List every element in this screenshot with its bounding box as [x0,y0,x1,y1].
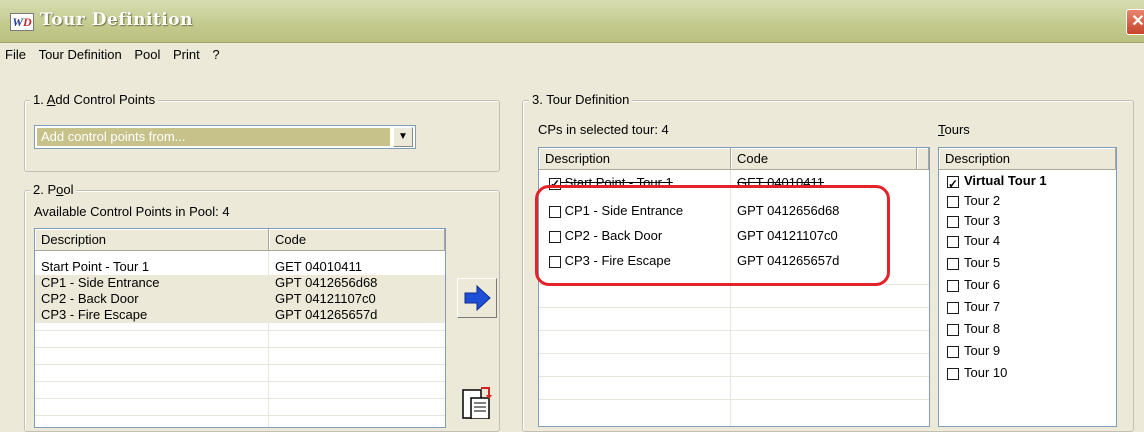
app-logo-icon: WD [10,13,34,31]
pool-grid-line [35,398,445,399]
app-logo-letter-left: W [12,15,23,29]
pool-row[interactable]: Start Point - Tour 1 GET 04010411 [35,259,445,275]
tour-grid-line [539,353,929,354]
tour-item-label: Tour 7 [964,299,1001,314]
dropdown-arrow-icon[interactable]: ▼ [393,127,413,147]
tour-item-label: Tour 5 [964,255,1001,270]
pool-col-description[interactable]: Description [35,229,269,251]
tour-item-checkbox[interactable] [947,367,959,380]
dropdown-value[interactable]: Add control points from... [37,128,390,146]
pool-row[interactable]: CP2 - Back Door GPT 04121107c0 [35,291,445,307]
tour-item-label: Tour 4 [964,233,1001,248]
pool-legend-prefix: 2. P [33,182,57,197]
pool-grid-line [35,330,445,331]
menu-file[interactable]: File [0,43,30,62]
pool-caption: Available Control Points in Pool: 4 [34,204,230,219]
pool-legend-suffix: ol [63,182,74,197]
tour-item-label: Tour 10 [964,365,1008,380]
tour-item[interactable]: Tour 3 [947,211,1000,231]
pool-grid-line [35,347,445,348]
tours-label-suffix: ours [944,122,970,137]
add-to-tour-button[interactable] [457,278,497,318]
title-bar[interactable]: WD Tour Definition ✕ [0,0,1144,43]
tour-cp-caption: CPs in selected tour: 4 [538,122,669,137]
pool-col-code[interactable]: Code [269,229,445,251]
pool-row-description: CP2 - Back Door [41,291,139,306]
pool-row-description: Start Point - Tour 1 [41,259,150,274]
tour-item[interactable]: Tour 6 [947,275,1000,295]
tour-item-label: Tour 3 [964,213,1001,228]
window-title: Tour Definition [40,10,193,30]
tour-grid-line [539,330,929,331]
tour-item[interactable]: Tour 5 [947,253,1000,273]
pool-row[interactable]: CP3 - Fire Escape GPT 041265657d [35,307,445,323]
tours-col-description[interactable]: Description [939,148,1116,170]
add-control-points-dropdown[interactable]: Add control points from... ▼ [34,125,416,149]
app-logo-letter-right: D [23,15,32,29]
menu-pool[interactable]: Pool [129,43,164,62]
pool-grid-line [35,415,445,416]
tour-item[interactable]: Virtual Tour 1 [947,171,1047,194]
tour-item[interactable]: Tour 4 [947,231,1000,251]
menu-tour-definition[interactable]: Tour Definition [34,43,126,62]
paste-icon[interactable] [457,384,497,420]
tour-definition-legend: 3. Tour Definition [529,92,633,107]
menu-print[interactable]: Print [168,43,204,62]
pool-list[interactable]: Description Code Start Point - Tour 1 GE… [34,228,446,428]
pool-row-description: CP3 - Fire Escape [41,307,148,322]
pool-row-description: CP1 - Side Entrance [41,275,160,290]
pool-grid-line [35,381,445,382]
tour-item-label: Virtual Tour 1 [964,173,1047,188]
pool-legend: 2. Pool [30,182,77,197]
pool-row-code: GPT 041265657d [275,307,378,322]
tour-grid-line [539,307,929,308]
tours-label: Tours [938,122,970,137]
tour-col-description[interactable]: Description [539,148,731,170]
pool-row-code: GET 04010411 [275,259,362,274]
pool-row-code: GPT 0412656d68 [275,275,378,290]
tour-item[interactable]: Tour 9 [947,341,1000,361]
tour-item-checkbox[interactable] [947,301,959,314]
tour-grid-line [539,376,929,377]
close-icon[interactable]: ✕ [1126,9,1144,35]
right-arrow-icon [464,284,491,312]
pool-grid-line [35,364,445,365]
tour-col-code[interactable]: Code [731,148,917,170]
tour-col-extra [917,148,929,170]
tour-item-checkbox[interactable] [947,174,959,194]
tour-item-checkbox[interactable] [947,279,959,292]
tour-item-checkbox[interactable] [947,345,959,358]
tour-item-label: Tour 9 [964,343,1001,358]
tours-list[interactable]: Description Virtual Tour 1 Tour 2 Tour 3… [938,147,1117,427]
tour-item-checkbox[interactable] [947,215,959,228]
tour-item[interactable]: Tour 7 [947,297,1000,317]
tour-item-label: Tour 6 [964,277,1001,292]
tour-item[interactable]: Tour 8 [947,319,1000,339]
tour-item-label: Tour 8 [964,321,1001,336]
legend-number: 1. [33,92,47,107]
menu-bar: File Tour Definition Pool Print ? [0,43,1144,67]
tour-item[interactable]: Tour 2 [947,191,1000,211]
tour-item[interactable]: Tour 10 [947,363,1007,383]
tour-item-checkbox[interactable] [947,235,959,248]
tour-item-label: Tour 2 [964,193,1001,208]
tour-item-checkbox[interactable] [947,257,959,270]
pool-row[interactable]: CP1 - Side Entrance GPT 0412656d68 [35,275,445,291]
highlight-annotation [535,185,890,286]
tour-item-checkbox[interactable] [947,195,959,208]
add-control-points-legend: 1. Add Control Points [30,92,159,107]
tour-item-checkbox[interactable] [947,323,959,336]
tour-grid-line [539,399,929,400]
menu-help[interactable]: ? [207,43,223,62]
pool-row-code: GPT 04121107c0 [275,291,376,306]
legend-text: dd Control Points [55,92,156,107]
